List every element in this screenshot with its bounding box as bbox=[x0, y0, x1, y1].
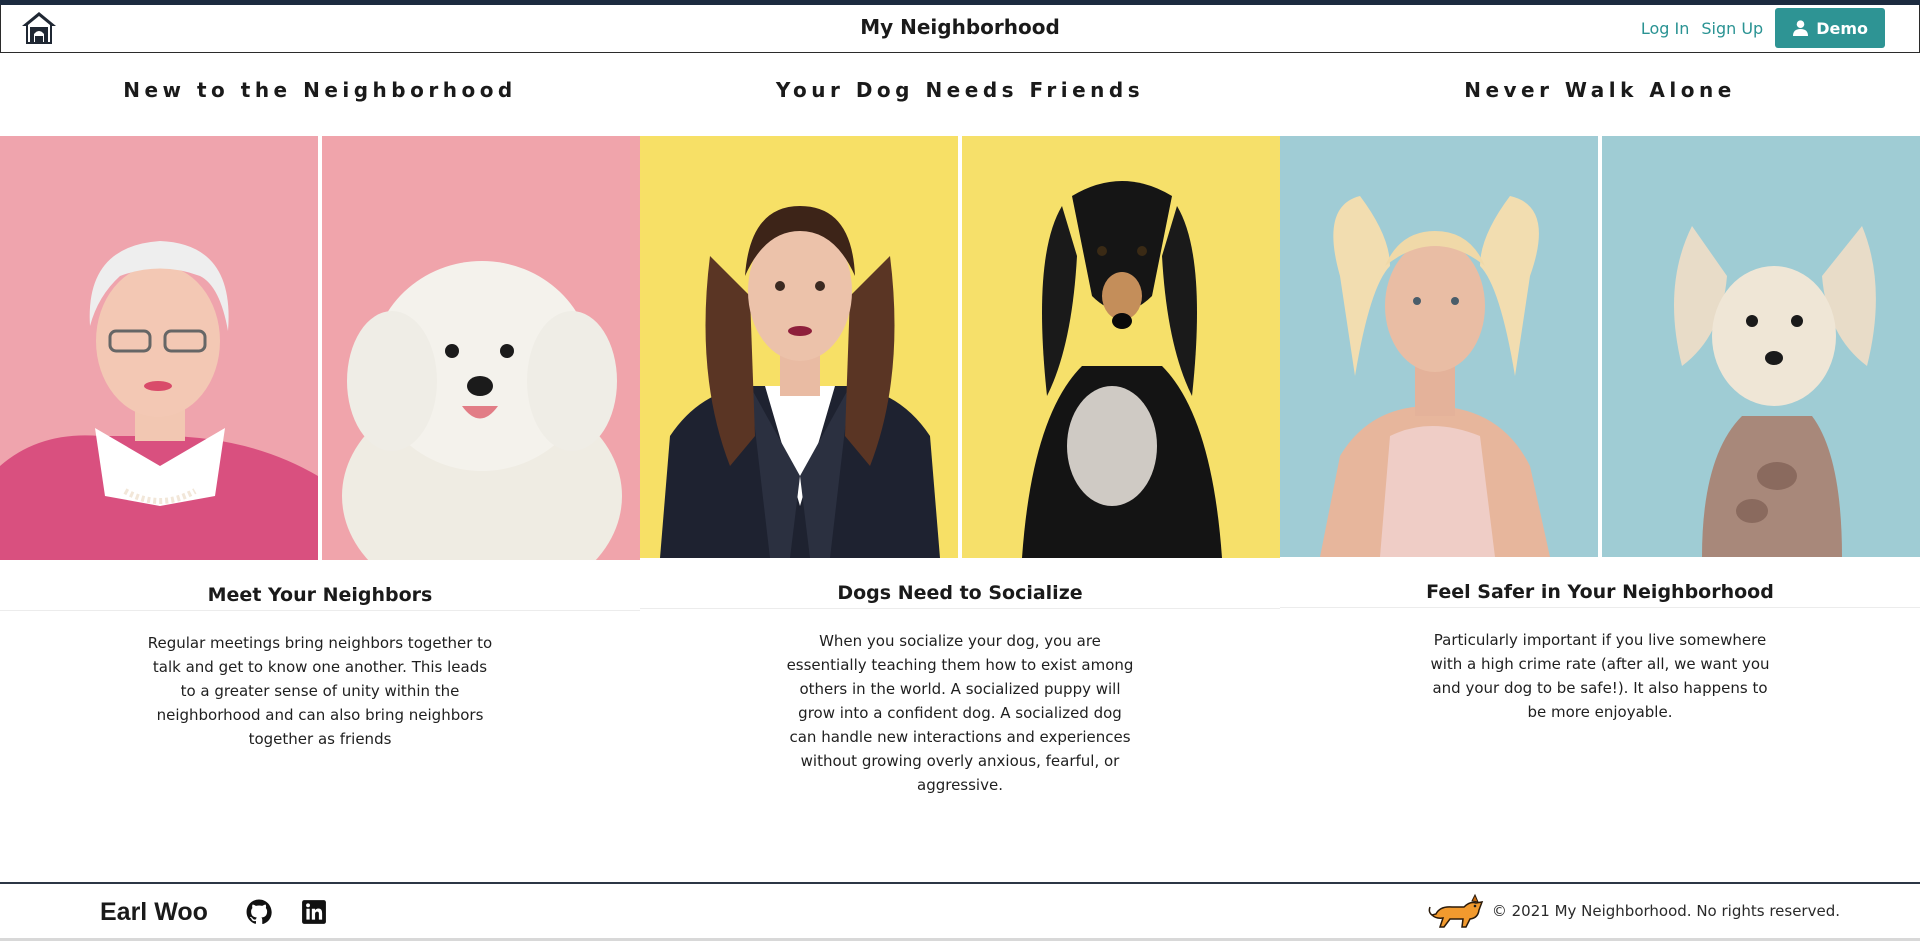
feature-columns: New to the Neighborhood Meet Your Neighb… bbox=[0, 53, 1920, 883]
login-link[interactable]: Log In bbox=[1641, 19, 1690, 38]
card-text: When you socialize your dog, you are ess… bbox=[786, 632, 1134, 794]
dog-logo-icon bbox=[1428, 893, 1484, 928]
card-divider bbox=[1280, 607, 1920, 608]
column-walk: Never Walk Alone Feel Safer in Your Neig… bbox=[1280, 53, 1920, 883]
site-footer: Earl Woo © 2021 My Neighborhood. No righ… bbox=[0, 882, 1920, 938]
demo-button[interactable]: Demo bbox=[1775, 8, 1885, 48]
github-icon[interactable] bbox=[246, 899, 272, 925]
photo-pair bbox=[640, 136, 1280, 558]
card-divider bbox=[0, 610, 640, 611]
linkedin-icon[interactable] bbox=[301, 899, 327, 925]
site-header: My Neighborhood Log In Sign Up Demo bbox=[0, 5, 1920, 53]
photo-pair bbox=[1280, 136, 1920, 557]
black-saluki-photo bbox=[962, 136, 1280, 558]
signup-link[interactable]: Sign Up bbox=[1701, 19, 1763, 38]
column-neighbors: New to the Neighborhood Meet Your Neighb… bbox=[0, 53, 640, 883]
older-woman-photo bbox=[0, 136, 318, 560]
card-text: Regular meetings bring neighbors togethe… bbox=[147, 634, 493, 748]
photo-pair bbox=[0, 136, 640, 560]
column-heading: Never Walk Alone bbox=[1464, 78, 1736, 102]
site-title: My Neighborhood bbox=[860, 15, 1060, 39]
column-heading: New to the Neighborhood bbox=[123, 78, 517, 102]
crested-dog-photo bbox=[1602, 136, 1920, 557]
card-title: Meet Your Neighbors bbox=[207, 584, 433, 606]
blonde-woman-photo bbox=[1280, 136, 1598, 557]
white-poodle-photo bbox=[322, 136, 640, 560]
column-socialize: Your Dog Needs Friends Dogs Need to Soci… bbox=[640, 53, 1280, 883]
demo-button-label: Demo bbox=[1816, 18, 1868, 38]
woman-pigtails-photo bbox=[640, 136, 958, 558]
card-title: Feel Safer in Your Neighborhood bbox=[1426, 581, 1774, 603]
user-icon bbox=[1793, 20, 1809, 36]
header-nav: Log In Sign Up Demo bbox=[1641, 5, 1885, 51]
copyright-area: © 2021 My Neighborhood. No rights reserv… bbox=[1428, 892, 1840, 930]
card-text: Particularly important if you live somew… bbox=[1430, 631, 1770, 721]
copyright-text: © 2021 My Neighborhood. No rights reserv… bbox=[1491, 902, 1840, 920]
author-name: Earl Woo bbox=[100, 898, 208, 926]
card-title: Dogs Need to Socialize bbox=[837, 582, 1083, 604]
column-heading: Your Dog Needs Friends bbox=[775, 78, 1145, 102]
card-divider bbox=[640, 608, 1280, 609]
